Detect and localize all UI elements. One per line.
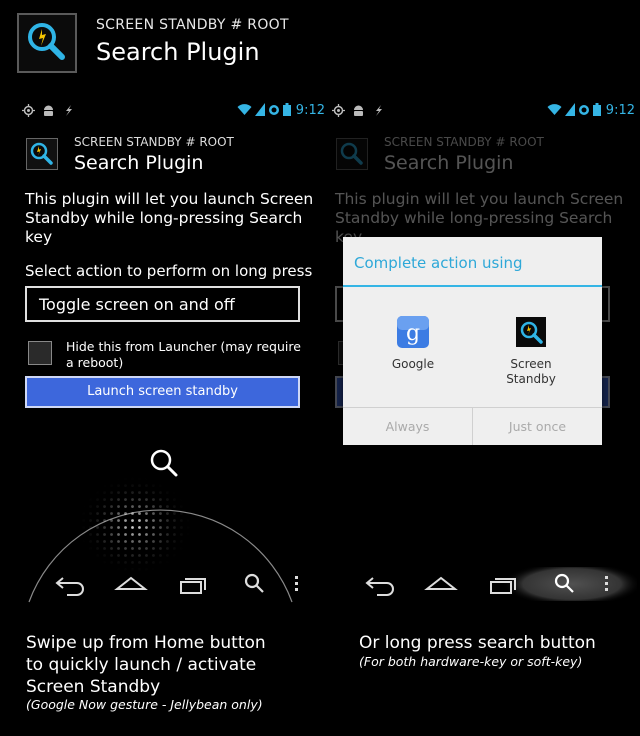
status-bar: 9:12	[327, 97, 637, 123]
header-title: Search Plugin	[96, 38, 260, 66]
android-icon	[42, 102, 55, 121]
just-once-button[interactable]: Just once	[472, 408, 602, 445]
right-caption-note: (For both hardware-key or soft-key)	[359, 654, 583, 669]
left-caption-note: (Google Now gesture - Jellybean only)	[26, 697, 263, 712]
complete-action-dialog: Complete action using g Google Screen St…	[343, 237, 602, 445]
right-phone-screenshot: 9:12 SCREEN STANDBY # ROOT Search Plugin…	[327, 97, 637, 603]
plugin-icon	[26, 138, 58, 170]
status-time: 9:12	[605, 103, 635, 118]
dialog-divider	[343, 285, 602, 287]
signal-icon	[564, 101, 575, 120]
google-search-icon: g	[396, 315, 430, 349]
option-google[interactable]: g Google	[368, 315, 458, 371]
alarm-icon	[268, 101, 280, 120]
status-bar: 9:12	[17, 97, 327, 123]
menu-icon	[605, 576, 608, 591]
launch-standby-button[interactable]: Launch screen standby	[25, 376, 300, 408]
plugin-description: This plugin will let you launch Screen S…	[25, 190, 314, 246]
back-icon	[55, 577, 84, 596]
usb-icon	[62, 102, 75, 121]
home-icon	[424, 576, 458, 590]
action-select-label: Select action to perform on long press	[25, 262, 313, 280]
gps-icon	[332, 102, 345, 121]
recent-apps-icon	[180, 578, 206, 594]
status-time: 9:12	[295, 103, 325, 118]
app-subtitle: SCREEN STANDBY # ROOT	[74, 135, 234, 149]
pressed-highlight	[502, 562, 637, 603]
always-button[interactable]: Always	[343, 408, 472, 445]
usb-icon	[372, 102, 385, 121]
hide-launcher-checkbox[interactable]	[28, 341, 52, 365]
android-icon	[352, 102, 365, 121]
gps-icon	[22, 102, 35, 121]
left-caption: Swipe up from Home button to quickly lau…	[26, 633, 266, 697]
dialog-button-bar: Always Just once	[343, 407, 602, 445]
app-logo-icon	[17, 13, 77, 73]
menu-icon	[295, 576, 298, 591]
nav-bar	[17, 567, 327, 601]
signal-icon	[254, 101, 265, 120]
dialog-title: Complete action using	[354, 254, 523, 272]
wifi-icon	[237, 101, 252, 120]
option-google-label: Google	[391, 357, 435, 371]
search-nav-icon	[244, 573, 264, 593]
option-screen-standby-label: Screen Standby	[506, 357, 556, 386]
battery-icon	[282, 101, 291, 120]
left-phone-screenshot: 9:12 SCREEN STANDBY # ROOT Search Plugin…	[17, 97, 327, 603]
right-caption: Or long press search button	[359, 633, 596, 653]
header-subtitle: SCREEN STANDBY # ROOT	[96, 17, 289, 33]
nav-bar	[327, 562, 637, 603]
battery-icon	[592, 101, 601, 120]
wifi-icon	[547, 101, 562, 120]
home-icon	[114, 576, 148, 590]
back-icon	[365, 577, 394, 596]
plugin-icon	[336, 138, 368, 170]
svg-text:g: g	[406, 321, 420, 346]
action-dropdown[interactable]: Toggle screen on and off	[25, 286, 300, 322]
alarm-icon	[578, 101, 590, 120]
app-subtitle: SCREEN STANDBY # ROOT	[384, 135, 544, 149]
option-screen-standby[interactable]: Screen Standby	[486, 315, 576, 387]
hide-launcher-label: Hide this from Launcher (may require a r…	[66, 339, 301, 370]
app-title: Search Plugin	[384, 152, 514, 174]
app-title: Search Plugin	[74, 152, 204, 174]
screen-standby-icon	[514, 315, 548, 349]
